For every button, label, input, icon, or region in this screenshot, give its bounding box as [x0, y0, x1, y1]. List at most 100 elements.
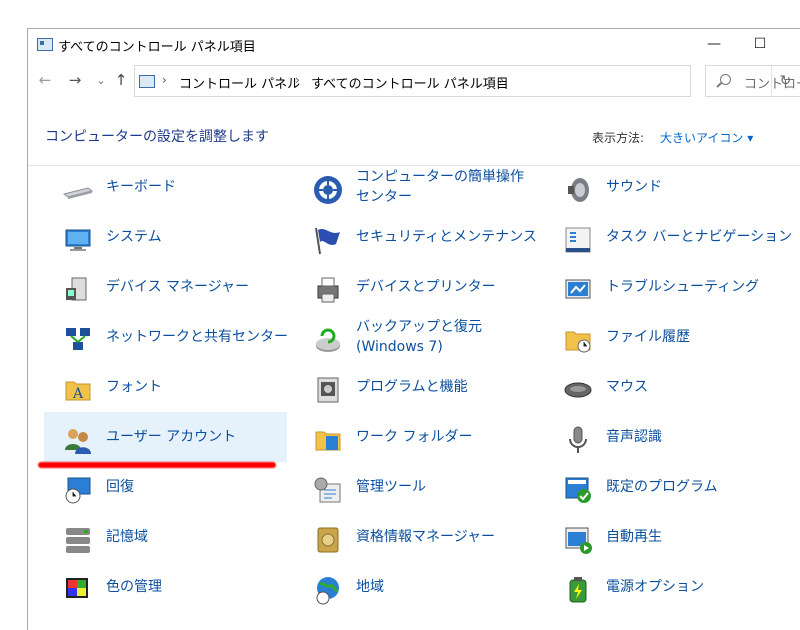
control-panel-item[interactable]: コンピューターの簡単操作センター: [294, 162, 537, 212]
address-bar[interactable]: › コントロール パネル › すべてのコントロール パネル項目 › ↻: [134, 65, 791, 97]
control-panel-item[interactable]: A フォント: [44, 362, 287, 412]
default-programs-icon: [562, 474, 594, 506]
credential-icon: [312, 524, 344, 556]
control-panel-icon: [139, 75, 155, 88]
autoplay-icon: [562, 524, 594, 556]
work-folders-icon: [312, 424, 344, 456]
item-label: システム: [106, 229, 162, 245]
file-history-icon: [562, 324, 594, 356]
item-label: 音声認識: [606, 429, 662, 445]
item-label: タスク バーとナビゲーション: [606, 229, 793, 245]
globe-icon: [312, 574, 344, 606]
control-panel-item[interactable]: セキュリティとメンテナンス: [294, 212, 537, 262]
ease-of-access-icon: [312, 174, 344, 206]
control-panel-item[interactable]: トラブルシューティング: [544, 262, 787, 312]
device-manager-icon: [62, 274, 94, 306]
item-label: 色の管理: [106, 579, 162, 595]
speaker-icon: [562, 174, 594, 206]
control-panel-item[interactable]: 地域: [294, 562, 537, 612]
control-panel-item[interactable]: 資格情報マネージャー: [294, 512, 537, 562]
control-panel-item[interactable]: キーボード: [44, 162, 287, 212]
item-label: サウンド: [606, 179, 662, 195]
search-input[interactable]: コントロール: [705, 65, 800, 97]
item-label: 記憶域: [106, 529, 148, 545]
control-panel-item[interactable]: ファイル履歴: [544, 312, 787, 362]
item-label: ユーザー アカウント: [106, 429, 237, 445]
control-panel-item[interactable]: 色の管理: [44, 562, 287, 612]
control-panel-item[interactable]: 回復: [44, 462, 287, 512]
item-label: トラブルシューティング: [606, 279, 760, 295]
color-management-icon: [62, 574, 94, 606]
control-panel-item[interactable]: 電源オプション: [544, 562, 787, 612]
control-panel-item[interactable]: ワーク フォルダー: [294, 412, 537, 462]
control-panel-item[interactable]: 自動再生: [544, 512, 787, 562]
microphone-icon: [562, 424, 594, 456]
item-label: 既定のプログラム: [606, 479, 718, 495]
item-label: バックアップと復元 (Windows 7): [356, 319, 482, 355]
forward-button[interactable]: →: [66, 70, 84, 90]
control-panel-item[interactable]: バックアップと復元 (Windows 7): [294, 312, 537, 362]
search-icon: [720, 74, 731, 85]
maximize-button[interactable]: ☐: [737, 29, 783, 59]
control-panel-item[interactable]: 記憶域: [44, 512, 287, 562]
backup-icon: [312, 324, 344, 356]
minimize-button[interactable]: —: [691, 29, 737, 59]
programs-icon: [312, 374, 344, 406]
control-panel-item[interactable]: デバイスとプリンター: [294, 262, 537, 312]
chevron-right-icon[interactable]: ›: [499, 73, 504, 87]
storage-icon: [62, 524, 94, 556]
item-label: ファイル履歴: [606, 329, 690, 345]
item-label: ワーク フォルダー: [356, 429, 473, 445]
control-panel-item[interactable]: ネットワークと共有センター: [44, 312, 288, 362]
control-panel-item[interactable]: サウンド: [544, 162, 787, 212]
breadcrumb-all-items[interactable]: すべてのコントロール パネル項目: [311, 73, 509, 92]
user-accounts-icon: [62, 424, 94, 456]
chevron-right-icon[interactable]: ›: [295, 73, 300, 87]
troubleshoot-icon: [562, 274, 594, 306]
item-label: キーボード: [106, 179, 176, 195]
view-by-dropdown[interactable]: 大きいアイコン ▾: [660, 129, 753, 146]
font-folder-icon: A: [62, 374, 94, 406]
power-icon: [562, 574, 594, 606]
back-button[interactable]: ←: [36, 70, 54, 90]
item-label: 自動再生: [606, 529, 662, 545]
keyboard-icon: [62, 174, 94, 206]
control-panel-item[interactable]: 音声認識: [544, 412, 787, 462]
item-label: 資格情報マネージャー: [356, 529, 496, 545]
breadcrumb-control-panel[interactable]: コントロール パネル: [179, 73, 300, 92]
taskbar-icon: [562, 224, 594, 256]
window-title: すべてのコントロール パネル項目: [58, 40, 256, 55]
control-panel-item[interactable]: マウス: [544, 362, 787, 412]
item-label: 電源オプション: [606, 579, 704, 595]
view-by-label: 表示方法:: [592, 131, 645, 145]
computer-icon: [62, 224, 94, 256]
recent-locations-button[interactable]: ⌄: [92, 70, 110, 90]
mouse-icon: [562, 374, 594, 406]
title-bar[interactable]: すべてのコントロール パネル項目 — ☐ ✕: [28, 29, 800, 59]
control-panel-item[interactable]: システム: [44, 212, 287, 262]
close-button[interactable]: ✕: [783, 29, 800, 59]
network-icon: [62, 324, 94, 356]
control-panel-item[interactable]: プログラムと機能: [294, 362, 537, 412]
item-label: マウス: [606, 379, 648, 395]
control-panel-item[interactable]: 管理ツール: [294, 462, 537, 512]
control-panel-item[interactable]: デバイス マネージャー: [44, 262, 287, 312]
item-label: プログラムと機能: [356, 379, 468, 395]
chevron-right-icon[interactable]: ›: [162, 73, 167, 87]
admin-tools-icon: [312, 474, 344, 506]
control-panel-item[interactable]: タスク バーとナビゲーション: [544, 212, 792, 262]
printer-icon: [312, 274, 344, 306]
control-panel-item[interactable]: ユーザー アカウント: [44, 412, 287, 462]
control-panel-window: すべてのコントロール パネル項目 — ☐ ✕ ← → ⌄ ↑ › コントロール …: [27, 28, 800, 630]
up-button[interactable]: ↑: [112, 70, 130, 90]
page-title: コンピューターの設定を調整します: [45, 129, 269, 145]
highlight-annotation: [38, 462, 276, 468]
control-panel-icon: [37, 38, 53, 51]
search-placeholder: コントロール: [744, 77, 800, 92]
item-label: セキュリティとメンテナンス: [356, 229, 537, 245]
item-label: コンピューターの簡単操作センター: [356, 169, 524, 205]
control-panel-item[interactable]: 既定のプログラム: [544, 462, 787, 512]
item-label: ネットワークと共有センター: [106, 329, 288, 345]
svg-text:A: A: [72, 386, 84, 402]
item-label: 回復: [106, 479, 134, 495]
